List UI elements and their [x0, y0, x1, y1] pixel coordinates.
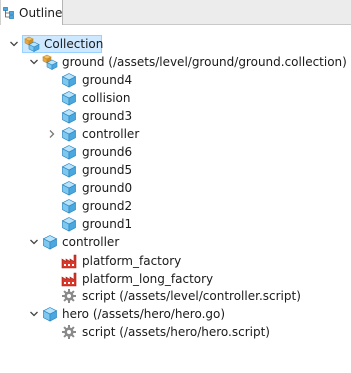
tree-item-ground1[interactable]: ground1 [0, 215, 351, 233]
game-object-icon [61, 72, 77, 88]
tree-item-label: ground5 [82, 163, 133, 177]
tree-item-collision[interactable]: collision [0, 89, 351, 107]
tree-item-platform-factory[interactable]: platform_factory [0, 252, 351, 270]
tree-item-label: ground (/assets/level/ground/ground.coll… [62, 55, 347, 69]
chevron-right-icon[interactable] [46, 128, 58, 140]
tree-item-label: hero (/assets/hero/hero.go) [62, 307, 226, 321]
tree-item-label: script (/assets/level/controller.script) [82, 289, 301, 303]
game-object-icon [61, 216, 77, 232]
tree-item-collection[interactable]: Collection [0, 35, 351, 53]
tab-outline-label: Outline [19, 5, 63, 20]
game-object-icon [61, 126, 77, 142]
game-object-icon [61, 180, 77, 196]
tree-item-label: platform_long_factory [82, 272, 214, 286]
tree-item-ground5[interactable]: ground5 [0, 161, 351, 179]
chevron-down-icon[interactable] [28, 236, 40, 248]
tree-item-hero-script[interactable]: script (/assets/hero/hero.script) [0, 323, 351, 341]
tree-item-ground0[interactable]: ground0 [0, 179, 351, 197]
tree-item-label: controller [82, 127, 140, 141]
tree-item-platform-long-factory[interactable]: platform_long_factory [0, 270, 351, 288]
chevron-down-icon[interactable] [8, 38, 20, 50]
collection-icon [24, 36, 40, 52]
game-object-icon [61, 144, 77, 160]
tree-item-label: Collection [44, 37, 104, 51]
tab-bar: Outline [0, 0, 351, 25]
tree-item-label: ground4 [82, 73, 133, 87]
tree-item-label: ground6 [82, 145, 133, 159]
tree-item-controller[interactable]: controller [0, 233, 351, 251]
tree-item-label: controller [62, 235, 120, 249]
game-object-icon [42, 234, 58, 250]
collection-icon [42, 54, 58, 70]
game-object-icon [61, 90, 77, 106]
tree-item-ground[interactable]: ground (/assets/level/ground/ground.coll… [0, 53, 351, 71]
tree-item-label: ground2 [82, 199, 133, 213]
game-object-icon [61, 162, 77, 178]
tree-item-ground3[interactable]: ground3 [0, 107, 351, 125]
tree-item-ground6[interactable]: ground6 [0, 143, 351, 161]
tree-item-label: script (/assets/hero/hero.script) [82, 325, 270, 339]
chevron-down-icon[interactable] [28, 56, 40, 68]
tree-item-label: collision [82, 91, 131, 105]
chevron-down-icon[interactable] [28, 308, 40, 320]
game-object-icon [61, 198, 77, 214]
tree-item-controller-go[interactable]: controller [0, 125, 351, 143]
tree-item-label: ground1 [82, 217, 133, 231]
game-object-icon [61, 108, 77, 124]
tree-item-label: platform_factory [82, 254, 182, 268]
tree-item-label: ground3 [82, 109, 133, 123]
tree-item-label: ground0 [82, 181, 133, 195]
tree-item-hero[interactable]: hero (/assets/hero/hero.go) [0, 305, 351, 323]
tree-item-ground2[interactable]: ground2 [0, 197, 351, 215]
outline-icon [3, 6, 15, 19]
script-gear-icon [61, 324, 77, 340]
script-gear-icon [61, 288, 77, 304]
tree-item-ground4[interactable]: ground4 [0, 71, 351, 89]
factory-icon [61, 253, 77, 269]
tree-item-controller-script[interactable]: script (/assets/level/controller.script) [0, 287, 351, 305]
factory-icon [61, 271, 77, 287]
game-object-icon [42, 306, 58, 322]
tab-outline[interactable]: Outline [0, 0, 63, 25]
